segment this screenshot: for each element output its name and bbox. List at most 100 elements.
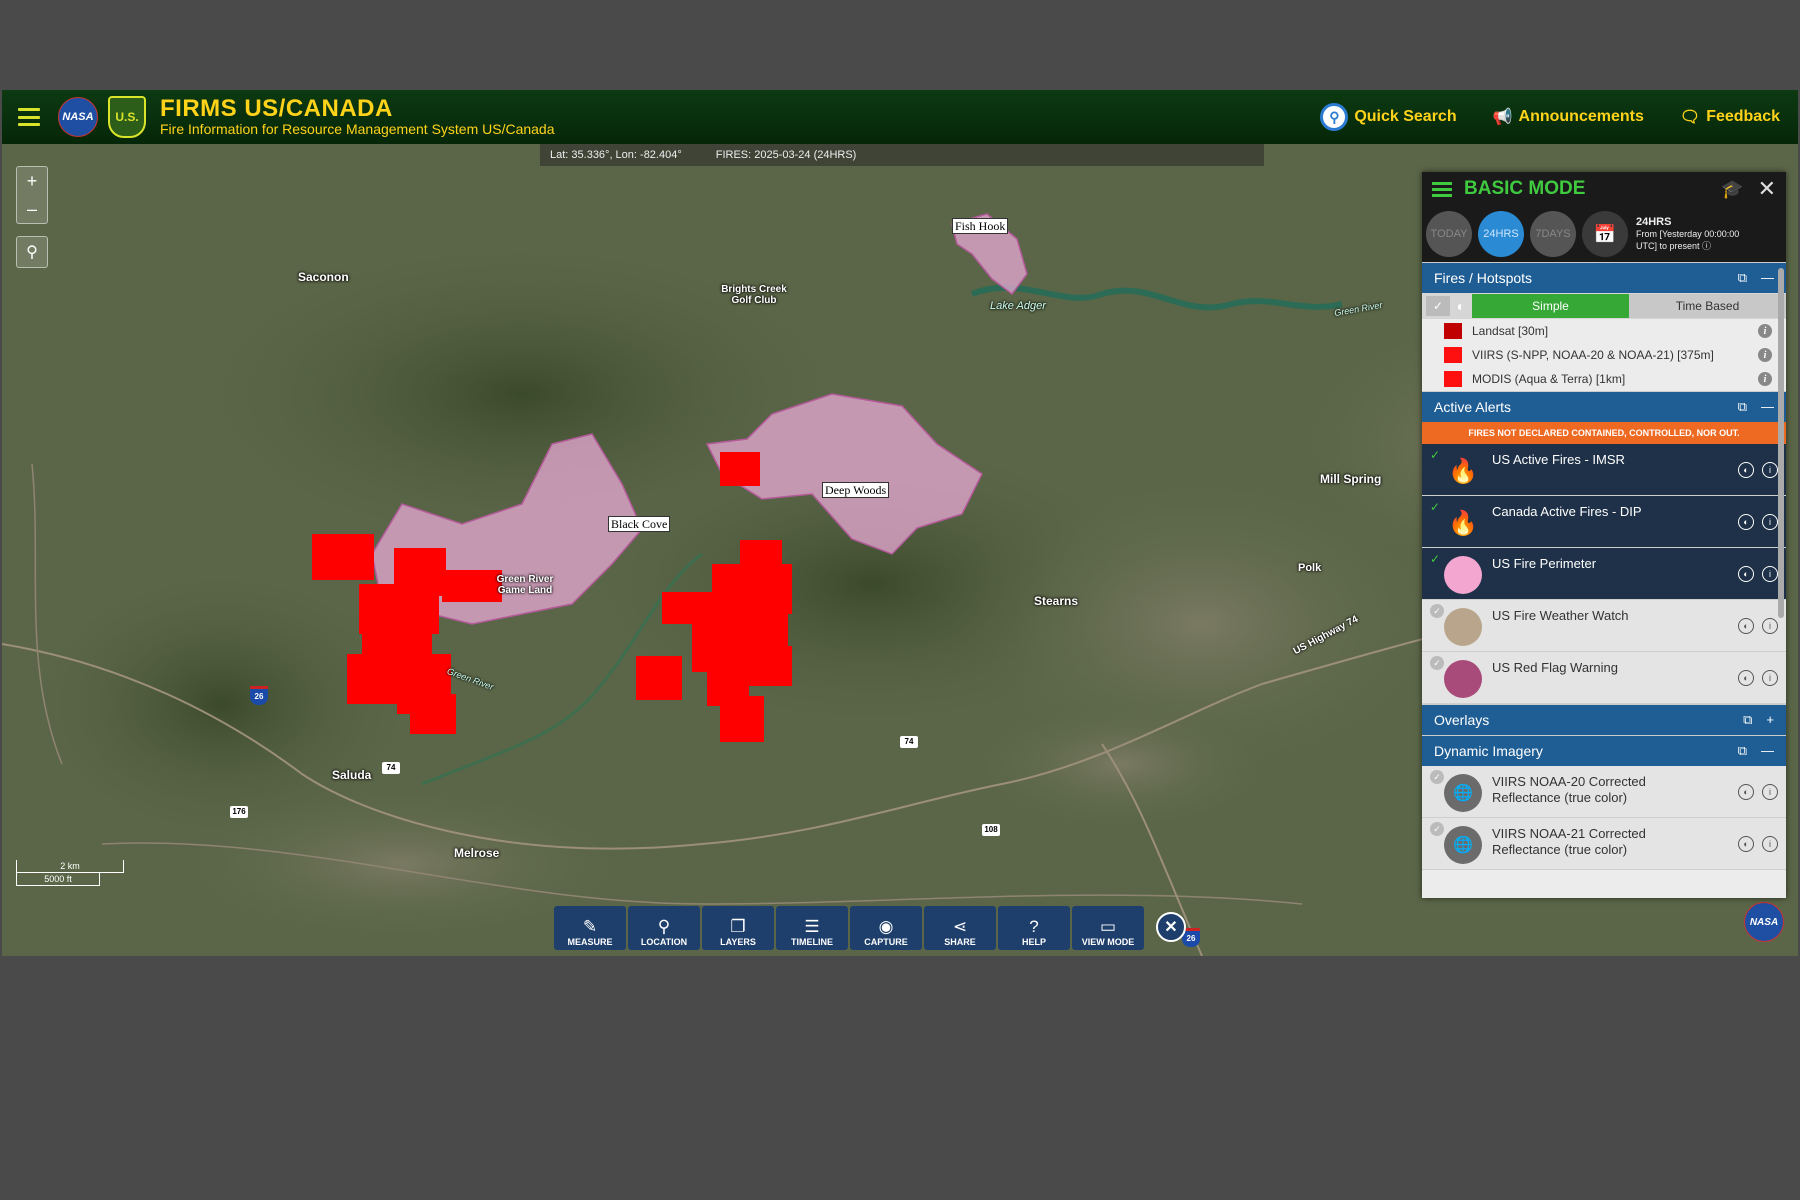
- info-icon[interactable]: i: [1758, 348, 1772, 362]
- close-toolbar-button[interactable]: ✕: [1156, 912, 1186, 942]
- info-icon[interactable]: ⓘ: [1702, 241, 1711, 251]
- opacity-icon[interactable]: ◐: [1738, 836, 1754, 852]
- popout-icon[interactable]: ⧉: [1738, 270, 1747, 286]
- info-icon[interactable]: i: [1758, 324, 1772, 338]
- layer-us-red-flag-warning[interactable]: ✓ US Red Flag Warning ◐ i: [1422, 652, 1786, 704]
- measure-button[interactable]: ✎ MEASURE: [554, 906, 626, 950]
- pin-icon: ⚲: [657, 917, 671, 936]
- checkmark-icon[interactable]: ✓: [1430, 552, 1440, 566]
- checkmark-icon[interactable]: ✓: [1430, 604, 1444, 618]
- opacity-icon[interactable]: ◐: [1738, 566, 1754, 582]
- time-range-info: 24HRS From [Yesterday 00:00:00 UTC] to p…: [1636, 216, 1739, 252]
- 24hrs-button[interactable]: 24HRS: [1478, 211, 1524, 257]
- checkmark-icon[interactable]: ✓: [1430, 656, 1444, 670]
- layer-us-active-fires[interactable]: ✓ 🔥 US Active Fires - IMSR ◐ i: [1422, 444, 1786, 496]
- feedback-button[interactable]: 🗨 Feedback: [1680, 107, 1780, 127]
- sliders-icon: ☰: [804, 917, 820, 936]
- layer-us-fire-perimeter[interactable]: ✓ US Fire Perimeter ◐ i: [1422, 548, 1786, 600]
- app-titles: FIRMS US/CANADA Fire Information for Res…: [160, 97, 555, 138]
- timeline-button[interactable]: ☰ TIMELINE: [776, 906, 848, 950]
- map-canvas[interactable]: Lat: 35.336°, Lon: -82.404° FIRES: 2025-…: [2, 144, 1798, 956]
- usfs-logo: U.S.: [108, 96, 146, 138]
- popout-icon[interactable]: ⧉: [1738, 399, 1747, 415]
- section-title: Dynamic Imagery: [1434, 743, 1543, 759]
- place-label: Green River Game Land: [496, 574, 554, 596]
- dynamic-imagery-section[interactable]: Dynamic Imagery ⧉ —: [1422, 735, 1786, 766]
- info-icon[interactable]: i: [1762, 836, 1778, 852]
- checkmark-icon[interactable]: ✓: [1430, 500, 1440, 514]
- red-flag-swatch-icon: [1444, 660, 1482, 698]
- header-actions: ⚲ Quick Search 📢 Announcements 🗨 Feedbac…: [1320, 90, 1780, 144]
- graduation-cap-icon[interactable]: 🎓: [1721, 179, 1743, 200]
- popout-icon[interactable]: ⧉: [1738, 743, 1747, 759]
- globe-icon: 🌐: [1444, 774, 1482, 812]
- section-title: Active Alerts: [1434, 399, 1512, 415]
- info-icon[interactable]: i: [1762, 566, 1778, 582]
- info-icon[interactable]: i: [1762, 670, 1778, 686]
- fires-date-text: FIRES: 2025-03-24 (24HRS): [715, 149, 857, 161]
- collapse-icon[interactable]: —: [1761, 399, 1774, 415]
- opacity-icon[interactable]: ◐: [1450, 296, 1472, 316]
- panel-scrollbar[interactable]: [1778, 268, 1784, 618]
- active-alerts-section[interactable]: Active Alerts ⧉ —: [1422, 391, 1786, 422]
- opacity-icon[interactable]: ◐: [1738, 784, 1754, 800]
- layer-us-fire-weather-watch[interactable]: ✓ US Fire Weather Watch ◐ i: [1422, 600, 1786, 652]
- info-icon[interactable]: i: [1762, 618, 1778, 634]
- pin-icon: ⚲: [26, 244, 38, 261]
- app-subtitle: Fire Information for Resource Management…: [160, 121, 555, 137]
- panel-menu-icon[interactable]: [1432, 181, 1452, 197]
- close-icon[interactable]: ✕: [1758, 178, 1776, 200]
- opacity-icon[interactable]: ◐: [1738, 514, 1754, 530]
- layer-viirs-noaa20[interactable]: ✓ 🌐 VIIRS NOAA-20 Corrected Reflectance (…: [1422, 766, 1786, 818]
- info-icon[interactable]: i: [1762, 514, 1778, 530]
- checkmark-icon[interactable]: ✓: [1426, 296, 1450, 316]
- legend-swatch: [1444, 347, 1462, 363]
- checkmark-icon[interactable]: ✓: [1430, 448, 1440, 462]
- menu-icon[interactable]: [18, 108, 40, 126]
- app-header: NASA U.S. FIRMS US/CANADA Fire Informati…: [2, 90, 1798, 144]
- layers-button[interactable]: ❐ LAYERS: [702, 906, 774, 950]
- popout-icon[interactable]: ⧉: [1743, 712, 1752, 728]
- checkmark-icon[interactable]: ✓: [1430, 822, 1444, 836]
- info-icon[interactable]: i: [1762, 462, 1778, 478]
- opacity-icon[interactable]: ◐: [1738, 618, 1754, 634]
- overlays-section[interactable]: Overlays ⧉ +: [1422, 704, 1786, 735]
- zoom-in-button[interactable]: +: [17, 167, 47, 195]
- share-button[interactable]: ⋖ SHARE: [924, 906, 996, 950]
- layer-viirs-noaa21[interactable]: ✓ 🌐 VIIRS NOAA-21 Corrected Reflectance (…: [1422, 818, 1786, 870]
- fire-name-label[interactable]: Deep Woods: [822, 482, 890, 498]
- my-location-button[interactable]: ⚲: [16, 236, 48, 268]
- calendar-icon[interactable]: 📅: [1582, 211, 1628, 257]
- quick-search-label: Quick Search: [1354, 108, 1457, 125]
- collapse-icon[interactable]: —: [1761, 743, 1774, 759]
- section-title: Fires / Hotspots: [1434, 270, 1533, 286]
- opacity-icon[interactable]: ◐: [1738, 462, 1754, 478]
- fire-name-label[interactable]: Black Cove: [608, 516, 671, 532]
- fire-name-label[interactable]: Fish Hook: [952, 218, 1009, 234]
- megaphone-icon: 📢: [1492, 109, 1513, 126]
- quick-search-button[interactable]: ⚲ Quick Search: [1320, 103, 1457, 131]
- capture-button[interactable]: ◉ CAPTURE: [850, 906, 922, 950]
- info-icon[interactable]: i: [1762, 784, 1778, 800]
- highway-shield: 108: [982, 824, 1000, 836]
- view-mode-button[interactable]: ▭ VIEW MODE: [1072, 906, 1144, 950]
- legend-swatch: [1444, 371, 1462, 387]
- chat-icon: 🗨: [1679, 109, 1701, 126]
- location-button[interactable]: ⚲ LOCATION: [628, 906, 700, 950]
- fires-hotspots-section[interactable]: Fires / Hotspots ⧉ —: [1422, 262, 1786, 293]
- checkmark-icon[interactable]: ✓: [1430, 770, 1444, 784]
- expand-icon[interactable]: +: [1766, 712, 1774, 728]
- question-icon: ?: [1029, 917, 1039, 936]
- collapse-icon[interactable]: —: [1761, 270, 1774, 286]
- simple-mode-tab[interactable]: Simple: [1472, 294, 1629, 318]
- info-icon[interactable]: i: [1758, 372, 1772, 386]
- 7days-button[interactable]: 7DAYS: [1530, 211, 1576, 257]
- layer-canada-active-fires[interactable]: ✓ 🔥 Canada Active Fires - DIP ◐ i: [1422, 496, 1786, 548]
- time-based-mode-tab[interactable]: Time Based: [1629, 294, 1786, 318]
- opacity-icon[interactable]: ◐: [1738, 670, 1754, 686]
- today-button[interactable]: TODAY: [1426, 211, 1472, 257]
- alert-banner: FIRES NOT DECLARED CONTAINED, CONTROLLED…: [1422, 422, 1786, 444]
- announcements-button[interactable]: 📢 Announcements: [1493, 107, 1644, 127]
- zoom-out-button[interactable]: –: [17, 195, 47, 223]
- help-button[interactable]: ? HELP: [998, 906, 1070, 950]
